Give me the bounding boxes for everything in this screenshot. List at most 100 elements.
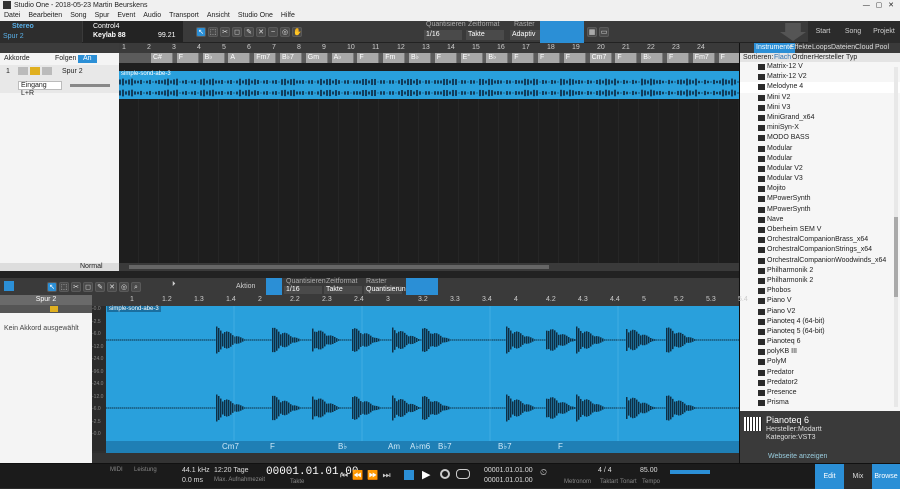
chord-block[interactable]: F [176, 53, 199, 63]
loop-button[interactable] [456, 469, 470, 479]
paint-tool-icon[interactable]: ✎ [244, 27, 254, 37]
scroll-thumb[interactable] [129, 265, 549, 269]
chord-block[interactable]: B♭ [202, 53, 225, 63]
menu-item-studioone[interactable]: Studio One [238, 12, 273, 19]
browser-item[interactable]: Modular V2 [740, 164, 900, 174]
project-page-button[interactable]: Projekt [868, 21, 900, 43]
loop-end[interactable]: 00001.01.01.00 [484, 477, 533, 484]
menu-item-file[interactable]: Datei [4, 12, 20, 19]
forward-end-icon[interactable]: ⏭ [383, 470, 395, 480]
browser-item[interactable]: Melodyne 4 [740, 82, 900, 93]
editor-arrow-icon[interactable]: ↖ [47, 282, 57, 292]
browser-item[interactable]: Pianoteq 6 [740, 337, 900, 347]
instrument-list[interactable]: Matrix-12 V Matrix-12 V2 Melodyne 4 Mini V2… [740, 62, 900, 411]
timeline-ruler[interactable]: 1 2 3 4 5 6 7 8 9 10 11 12 13 14 15 16 17 18 19 20 21 22 23 24 [119, 43, 739, 53]
menu-item-audio[interactable]: Audio [143, 12, 161, 19]
start-page-button[interactable]: Start [808, 21, 838, 43]
mute-tool-icon[interactable]: ✕ [256, 27, 266, 37]
browser-item[interactable]: Mojito [740, 184, 900, 194]
arrow-tool-icon[interactable]: ↖ [196, 27, 206, 37]
rewind-icon[interactable]: ⏪ [352, 470, 367, 480]
chord-lane[interactable]: C# F B♭ A Fm7 B♭7 Gm A♭ F Fm B♭ F E° B♭ F F F Cm7 F B♭ F Fm7 F… [119, 53, 767, 63]
browser-item[interactable]: PolyM [740, 357, 900, 367]
record-button[interactable] [440, 469, 450, 479]
chord-block[interactable]: Cm7 [589, 53, 612, 63]
editor-follow-toggle[interactable] [406, 278, 438, 295]
tab-loops[interactable]: Loops [812, 43, 831, 53]
editor-chord-label[interactable]: F [558, 442, 563, 451]
chord-block[interactable]: B♭ [641, 53, 664, 63]
show-website-link[interactable]: Webseite anzeigen [768, 453, 827, 460]
editor-snap-toggle[interactable] [266, 278, 282, 295]
browser-item[interactable]: Piano V2 [740, 307, 900, 317]
browser-item[interactable]: MiniGrand_x64 [740, 113, 900, 123]
browser-item[interactable]: Pianoteq 4 (64-bit) [740, 317, 900, 327]
tab-pool[interactable]: Pool [875, 43, 889, 53]
editor-listen-icon[interactable]: ◎ [119, 282, 129, 292]
hand-tool-icon[interactable]: ✋ [292, 27, 302, 37]
menu-item-event[interactable]: Event [117, 12, 135, 19]
window-controls[interactable]: — ▢ ✕ [863, 0, 894, 11]
bend-tool-icon[interactable]: ~ [268, 27, 278, 37]
editor-mute-icon[interactable]: ✕ [107, 282, 117, 292]
menu-item-help[interactable]: Hilfe [281, 12, 295, 19]
edit-view-button[interactable]: Edit [815, 464, 844, 489]
volume-slider[interactable] [70, 84, 110, 87]
chord-block[interactable]: F [667, 53, 689, 63]
track-row[interactable]: 1 Spur 2 Eingang L+R [0, 65, 119, 97]
editor-pen-icon[interactable]: ✎ [95, 282, 105, 292]
input-select[interactable]: Eingang L+R [18, 81, 62, 97]
editor-eraser-icon[interactable]: ◻ [83, 282, 93, 292]
browse-view-button[interactable]: Browse [872, 464, 900, 489]
chord-block[interactable]: C# [151, 53, 173, 63]
chord-block[interactable]: E° [460, 53, 483, 63]
arrangement-view[interactable]: 1 2 3 4 5 6 7 8 9 10 11 12 13 14 15 16 17 18 19 20 21 22 23 24 … [119, 43, 767, 271]
control-link[interactable]: Control4 Keylab 88 99.21 [83, 21, 183, 43]
browser-item[interactable]: Philharmonik 2 [740, 266, 900, 276]
track-selector[interactable]: Spur 2 [3, 33, 24, 40]
browser-item[interactable]: MPowerSynth [740, 205, 900, 215]
record-button[interactable] [42, 67, 52, 75]
chord-block[interactable]: Gm [305, 53, 328, 63]
editor-zoom-icon[interactable]: ⌕ [131, 282, 141, 292]
chord-block[interactable]: Fm7 [254, 53, 277, 63]
browser-item[interactable]: Pianoteq 5 (64-bit) [740, 327, 900, 337]
browser-item[interactable]: Oberheim SEM V [740, 225, 900, 235]
editor-chord-label[interactable]: Am [388, 442, 400, 451]
chord-block[interactable]: Fm7 [692, 53, 715, 63]
browser-item[interactable]: Predator2 [740, 378, 900, 388]
editor-chord-label[interactable]: B♭7 [438, 442, 452, 451]
chord-block[interactable]: F [615, 53, 638, 63]
sort-flat[interactable]: Flach [774, 53, 791, 62]
editor-ruler[interactable]: 1 1.2 1.3 1.4 2 2.2 2.3 2.4 3 3.2 3.3 3.4 4 4.2 4.3 4.4… [92, 295, 748, 306]
browser-item[interactable]: OrchestralCompanionStrings_x64 [740, 245, 900, 255]
follow-toggle[interactable]: An [78, 55, 97, 63]
chord-block[interactable]: F [434, 53, 457, 63]
chord-block[interactable]: Fm [383, 53, 406, 63]
browser-item[interactable]: Presence [740, 388, 900, 398]
browser-item[interactable]: Modular [740, 154, 900, 164]
browser-item[interactable]: Piano V [740, 296, 900, 306]
editor-chord-label[interactable]: B♭ [338, 442, 347, 451]
browser-item[interactable]: Modular [740, 144, 900, 154]
play-button[interactable]: ▶ [422, 468, 430, 481]
quantize-select[interactable]: 1/16 [424, 30, 462, 40]
editor-info-icon[interactable] [4, 281, 14, 291]
browser-item[interactable]: OrchestralCompanionWoodwinds_x64 [740, 256, 900, 266]
audio-event[interactable]: simple-sond-abe-3 [119, 71, 739, 99]
browser-item[interactable]: polyKB III [740, 347, 900, 357]
editor-split-icon[interactable]: ✂ [71, 282, 81, 292]
chord-block[interactable]: B♭ [409, 53, 431, 63]
browser-item[interactable]: Nave [740, 215, 900, 225]
tab-effects[interactable]: Effekte [790, 43, 812, 53]
menu-item-track[interactable]: Spur [95, 12, 110, 19]
sort-vendor[interactable]: Hersteller [814, 53, 844, 62]
song-page-button[interactable]: Song [838, 21, 868, 43]
horizontal-scrollbar[interactable] [119, 263, 739, 271]
menu-item-view[interactable]: Ansicht [207, 12, 230, 19]
chord-block[interactable]: A [228, 53, 251, 63]
metronome-icon[interactable]: ⏲ [540, 467, 547, 478]
sort-type[interactable]: Typ [846, 53, 857, 62]
listen-tool-icon[interactable]: ◎ [280, 27, 290, 37]
browser-item[interactable]: Matrix-12 V [740, 62, 900, 72]
